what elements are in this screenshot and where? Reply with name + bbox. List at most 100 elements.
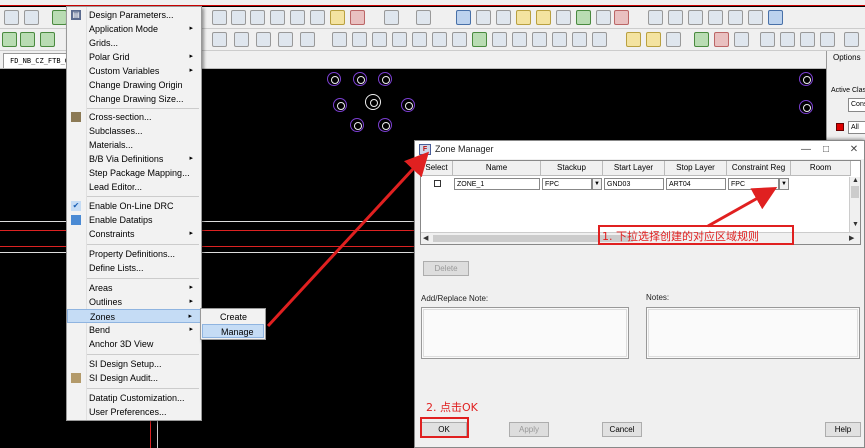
- delete-button[interactable]: Delete: [423, 261, 469, 276]
- menu-item-change-drawing-size[interactable]: Change Drawing Size...: [67, 92, 201, 106]
- toolbar-icon[interactable]: [592, 32, 607, 47]
- column-header-start-layer[interactable]: Start Layer: [603, 161, 665, 176]
- add-replace-note-field[interactable]: [421, 307, 629, 359]
- toolbar-icon[interactable]: [432, 32, 447, 47]
- menu-item-constraints[interactable]: Constraints ▸: [67, 227, 201, 241]
- toolbar-icon[interactable]: [476, 10, 491, 25]
- toolbar-icon[interactable]: [352, 32, 367, 47]
- column-header-name[interactable]: Name: [453, 161, 541, 176]
- toolbar-icon[interactable]: [556, 10, 571, 25]
- scroll-left-icon[interactable]: ◀: [423, 234, 428, 242]
- stackup-cell[interactable]: FPC: [542, 178, 592, 190]
- menu-item-grids[interactable]: Grids...: [67, 36, 201, 50]
- toolbar-icon[interactable]: [768, 10, 783, 25]
- zoom-prev-icon[interactable]: [290, 10, 305, 25]
- toolbar-icon[interactable]: [384, 10, 399, 25]
- menu-item-enable-online-drc[interactable]: ✔ Enable On-Line DRC: [67, 199, 201, 213]
- menu-item-areas[interactable]: Areas ▸: [67, 281, 201, 295]
- menu-item-user-preferences[interactable]: User Preferences...: [67, 405, 201, 419]
- notes-field[interactable]: [646, 307, 860, 359]
- menu-item-application-mode[interactable]: Application Mode ▸: [67, 22, 201, 36]
- toolbar-icon[interactable]: [748, 10, 763, 25]
- toolbar-icon[interactable]: [780, 32, 795, 47]
- menu-item-anchor-3d-view[interactable]: Anchor 3D View: [67, 337, 201, 351]
- 3d-view-icon[interactable]: [350, 10, 365, 25]
- menu-item-define-lists[interactable]: Define Lists...: [67, 261, 201, 275]
- vertical-scrollbar[interactable]: ▲ ▼: [849, 177, 860, 232]
- toolbar-icon[interactable]: [278, 32, 293, 47]
- zoom-fit-icon[interactable]: [270, 10, 285, 25]
- scroll-thumb[interactable]: [851, 186, 859, 198]
- toolbar-icon[interactable]: [596, 10, 611, 25]
- toolbar-icon[interactable]: [516, 10, 531, 25]
- toolbar-icon[interactable]: [392, 32, 407, 47]
- menu-item-step-package-mapping[interactable]: Step Package Mapping...: [67, 166, 201, 180]
- refresh-icon[interactable]: [330, 10, 345, 25]
- undo-icon[interactable]: [4, 10, 19, 25]
- menu-item-lead-editor[interactable]: Lead Editor...: [67, 180, 201, 194]
- start-layer-cell[interactable]: GND03: [604, 178, 664, 190]
- menu-item-polar-grid[interactable]: Polar Grid ▸: [67, 50, 201, 64]
- toolbar-icon[interactable]: [614, 10, 629, 25]
- toolbar-icon[interactable]: [496, 10, 511, 25]
- submenu-item-create[interactable]: Create: [202, 310, 264, 324]
- close-icon[interactable]: ✕: [847, 143, 861, 157]
- menu-item-change-drawing-origin[interactable]: Change Drawing Origin: [67, 78, 201, 92]
- toolbar-icon[interactable]: [820, 32, 835, 47]
- column-header-constraint-region[interactable]: Constraint Reg: [727, 161, 791, 176]
- toolbar-icon[interactable]: [532, 32, 547, 47]
- file-tab[interactable]: FD_NB_CZ_FTB_G: [3, 53, 67, 68]
- sun-icon[interactable]: [536, 10, 551, 25]
- toolbar-icon[interactable]: [256, 32, 271, 47]
- help-button[interactable]: Help: [825, 422, 861, 437]
- cancel-button[interactable]: Cancel: [602, 422, 642, 437]
- toolbar-icon[interactable]: [212, 32, 227, 47]
- zoom-world-icon[interactable]: [310, 10, 325, 25]
- zoom-out-icon[interactable]: [250, 10, 265, 25]
- toolbar-icon[interactable]: [372, 32, 387, 47]
- toolbar-icon[interactable]: [734, 32, 749, 47]
- constraint-region-dropdown-icon[interactable]: ▼: [779, 178, 789, 190]
- toolbar-icon[interactable]: [416, 10, 431, 25]
- minimize-icon[interactable]: —: [799, 143, 813, 157]
- info-icon[interactable]: [456, 10, 471, 25]
- toolbar-icon[interactable]: [844, 32, 859, 47]
- column-header-stackup[interactable]: Stackup: [541, 161, 603, 176]
- column-header-stop-layer[interactable]: Stop Layer: [665, 161, 727, 176]
- redo-icon[interactable]: [24, 10, 39, 25]
- active-class-combo[interactable]: Cons: [848, 98, 865, 112]
- menu-item-subclasses[interactable]: Subclasses...: [67, 124, 201, 138]
- column-header-select[interactable]: Select: [421, 161, 453, 176]
- row-select-checkbox[interactable]: [434, 180, 441, 187]
- menu-item-si-design-audit[interactable]: SI Design Audit...: [67, 371, 201, 385]
- toolbar-icon[interactable]: [452, 32, 467, 47]
- toolbar-icon[interactable]: [412, 32, 427, 47]
- menu-item-si-design-setup[interactable]: SI Design Setup...: [67, 357, 201, 371]
- toolbar-icon[interactable]: [234, 32, 249, 47]
- menu-item-datatip-customization[interactable]: Datatip Customization...: [67, 391, 201, 405]
- toolbar-icon[interactable]: [40, 32, 55, 47]
- toolbar-icon[interactable]: [714, 32, 729, 47]
- menu-item-materials[interactable]: Materials...: [67, 138, 201, 152]
- scroll-right-icon[interactable]: ▶: [849, 234, 854, 242]
- menu-item-outlines[interactable]: Outlines ▸: [67, 295, 201, 309]
- zoom-icon[interactable]: [212, 10, 227, 25]
- apply-button[interactable]: Apply: [509, 422, 549, 437]
- stackup-dropdown-icon[interactable]: ▼: [592, 178, 602, 190]
- toolbar-icon[interactable]: [492, 32, 507, 47]
- toolbar-icon[interactable]: [694, 32, 709, 47]
- toolbar-icon[interactable]: [300, 32, 315, 47]
- toolbar-icon[interactable]: [760, 32, 775, 47]
- toolbar-icon[interactable]: [2, 32, 17, 47]
- constraint-region-cell[interactable]: FPC: [728, 178, 779, 190]
- scroll-down-icon[interactable]: ▼: [852, 221, 859, 228]
- menu-item-enable-datatips[interactable]: Enable Datatips: [67, 213, 201, 227]
- zoom-in-icon[interactable]: [231, 10, 246, 25]
- color-swatch[interactable]: [836, 123, 844, 131]
- menu-item-cross-section[interactable]: Cross-section...: [67, 110, 201, 124]
- column-header-room[interactable]: Room: [791, 161, 851, 176]
- scroll-up-icon[interactable]: ▲: [852, 177, 859, 184]
- toolbar-icon[interactable]: [552, 32, 567, 47]
- toolbar-icon[interactable]: [800, 32, 815, 47]
- save-icon[interactable]: [666, 32, 681, 47]
